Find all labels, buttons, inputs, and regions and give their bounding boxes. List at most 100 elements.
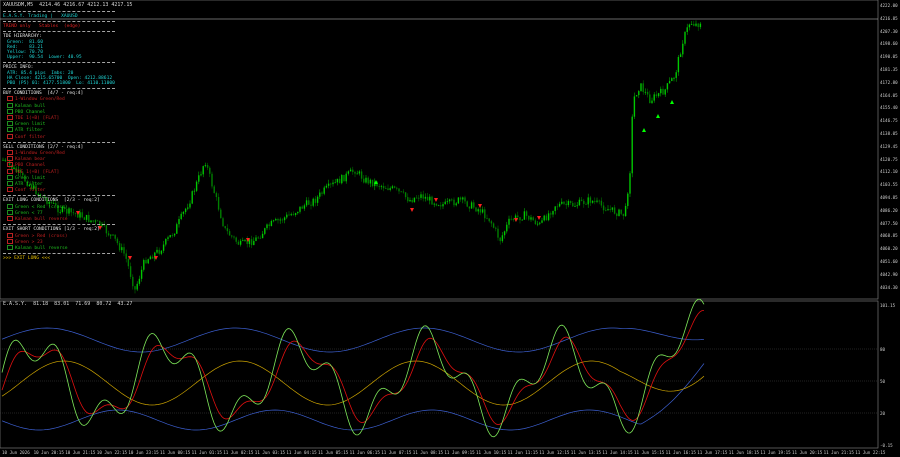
candle-body xyxy=(151,256,154,259)
candle-body xyxy=(244,240,246,241)
candle-body xyxy=(213,186,215,194)
candle-body xyxy=(321,192,323,194)
candle-body xyxy=(237,241,240,245)
candle-body xyxy=(204,165,207,167)
candle-body xyxy=(143,260,145,270)
candle-body xyxy=(455,203,457,206)
candle-body xyxy=(129,266,132,277)
candle-body xyxy=(255,237,257,241)
candle-body xyxy=(363,178,365,183)
candle-body xyxy=(620,209,622,214)
divider xyxy=(3,253,115,255)
candle-body xyxy=(594,200,596,202)
candle-body xyxy=(259,237,262,239)
condition-label: PBO Channel xyxy=(15,163,46,169)
candle-body xyxy=(684,32,686,44)
candle-body xyxy=(613,207,616,214)
candle-body xyxy=(387,188,389,190)
candle-body xyxy=(312,198,314,206)
candle-body xyxy=(552,210,554,215)
candle-body xyxy=(671,78,673,82)
time-tick-label: 11 Jun 19:15 xyxy=(760,450,791,455)
price-pane-border xyxy=(0,0,879,300)
candle-body xyxy=(398,188,400,192)
candle-body xyxy=(407,197,409,202)
time-tick-label: 10 Jun 21:15 xyxy=(65,450,96,455)
price-tick-label: 4172.80 xyxy=(880,79,898,85)
condition-label: Green < Red (cross) xyxy=(15,204,68,210)
candle-body xyxy=(382,185,385,189)
candle-body xyxy=(572,202,574,207)
candle-body xyxy=(347,171,350,174)
candle-body xyxy=(470,202,473,209)
candle-body xyxy=(323,187,325,194)
candle-body xyxy=(341,174,343,184)
candle-body xyxy=(356,173,358,175)
buy-arrow-icon xyxy=(656,114,660,118)
divider xyxy=(3,88,115,90)
candle-body xyxy=(609,209,611,210)
condition-label: 1-Window Green/Red xyxy=(15,97,65,103)
candle-body xyxy=(690,23,693,25)
candle-body xyxy=(448,199,451,202)
candle-body xyxy=(481,209,484,213)
condition-checkbox xyxy=(7,102,13,108)
price-tick-label: 4112.10 xyxy=(880,169,898,175)
candle-body xyxy=(393,186,396,188)
divider xyxy=(3,31,115,33)
candle-body xyxy=(358,171,361,174)
condition-checkbox xyxy=(7,238,13,244)
candle-body xyxy=(596,200,598,202)
candle-body xyxy=(171,235,174,236)
time-tick-label: 11 Jun 08:15 xyxy=(412,450,444,455)
candle-body xyxy=(444,201,446,205)
candle-body xyxy=(541,220,543,223)
candle-body xyxy=(121,247,123,251)
candle-body xyxy=(433,203,435,205)
candle-body xyxy=(283,217,286,221)
candle-body xyxy=(378,186,380,187)
time-tick-label: 11 Jun 01:15 xyxy=(191,450,222,455)
price-tick-label: 4190.05 xyxy=(880,54,898,60)
candle-body xyxy=(574,206,576,207)
candle-body xyxy=(545,215,548,221)
price-tick-label: 4034.30 xyxy=(880,284,898,290)
candle-body xyxy=(354,171,356,174)
candle-body xyxy=(457,197,460,204)
time-tick-label: 11 Jun 07:15 xyxy=(381,450,412,455)
divider xyxy=(3,62,115,64)
candle-body xyxy=(556,206,559,208)
candle-body xyxy=(530,217,532,220)
candle-body xyxy=(591,200,594,203)
candle-body xyxy=(116,238,119,244)
candle-body xyxy=(576,205,578,207)
price-tick-label: 4094.85 xyxy=(880,195,898,200)
indicator-tick-label: 101.15 xyxy=(880,303,896,308)
candle-body xyxy=(607,209,609,211)
candle-body xyxy=(528,215,530,220)
candle-body xyxy=(220,209,222,219)
time-tick-label: 11 Jun 15:15 xyxy=(634,450,665,455)
candle-body xyxy=(206,165,209,168)
candle-body xyxy=(693,23,695,26)
chart-canvas[interactable] xyxy=(0,0,900,457)
candle-body xyxy=(554,206,556,211)
time-tick-label: 11 Jun 16:15 xyxy=(665,450,696,455)
candle-body xyxy=(325,185,328,188)
candle-body xyxy=(338,178,341,184)
candle-body xyxy=(464,197,466,202)
candle-body xyxy=(624,205,627,217)
candle-body xyxy=(180,213,182,220)
candle-body xyxy=(195,181,198,191)
indicator-tick-label: 50 xyxy=(880,379,886,384)
candle-body xyxy=(184,208,187,212)
candle-body xyxy=(281,219,284,221)
price-tick-label: 4051.60 xyxy=(880,259,898,264)
candle-body xyxy=(303,205,306,209)
candle-body xyxy=(187,207,189,209)
price-tick-label: 4207.30 xyxy=(880,28,898,34)
candle-body xyxy=(270,221,273,227)
candle-body xyxy=(118,243,121,251)
candle-body xyxy=(499,237,501,242)
condition-checkbox xyxy=(7,162,13,168)
